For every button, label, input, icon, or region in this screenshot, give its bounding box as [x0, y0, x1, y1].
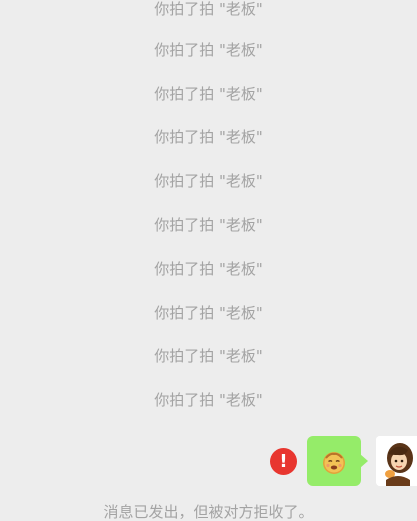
- pat-notice: 你拍了拍 "老板": [154, 85, 263, 103]
- pat-notice: 你拍了拍 "老板": [154, 128, 263, 146]
- chat-area: 你拍了拍 "老板" 你拍了拍 "老板" 你拍了拍 "老板" 你拍了拍 "老板" …: [0, 0, 417, 521]
- pat-notice: 你拍了拍 "老板": [154, 347, 263, 365]
- avatar[interactable]: [376, 436, 417, 486]
- pat-notice: 你拍了拍 "老板": [154, 260, 263, 278]
- pat-notice: 你拍了拍 "老板": [154, 304, 263, 322]
- pat-notice: 你拍了拍 "老板": [154, 172, 263, 190]
- avatar-cartoon-icon: [376, 436, 417, 486]
- bubble-tail: [360, 454, 368, 468]
- error-exclamation-icon[interactable]: !: [270, 448, 297, 475]
- pat-notice: 你拍了拍 "老板": [154, 41, 263, 59]
- emoji-face-sticker-icon: [323, 452, 345, 474]
- pat-notice: 你拍了拍 "老板": [154, 0, 263, 18]
- rejected-notice: 消息已发出，但被对方拒收了。: [103, 503, 314, 521]
- pat-notice: 你拍了拍 "老板": [154, 216, 263, 234]
- pat-notice: 你拍了拍 "老板": [154, 391, 263, 409]
